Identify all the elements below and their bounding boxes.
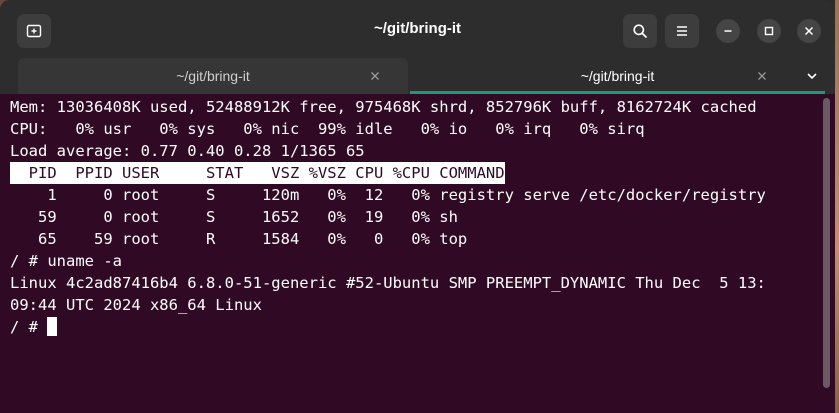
top-mem-line: Mem: 13036408K used, 52488912K free, 975… bbox=[10, 98, 757, 116]
search-button[interactable] bbox=[623, 14, 657, 48]
process-row: 59 0 root S 1652 0% 19 0% sh bbox=[10, 208, 458, 226]
close-button[interactable] bbox=[797, 19, 821, 43]
tab-1-close-button[interactable] bbox=[366, 67, 384, 85]
maximize-icon bbox=[764, 26, 774, 36]
window-title: ~/git/bring-it bbox=[373, 20, 462, 37]
minimize-button[interactable] bbox=[716, 19, 740, 43]
terminal-scrollbar[interactable] bbox=[823, 98, 830, 388]
tab-2[interactable]: ~/git/bring-it bbox=[410, 58, 825, 94]
close-icon bbox=[371, 72, 379, 80]
close-icon bbox=[758, 72, 766, 80]
process-row: 65 59 root R 1584 0% 0 0% top bbox=[10, 230, 468, 248]
tab-2-close-button[interactable] bbox=[753, 67, 771, 85]
close-icon bbox=[804, 26, 814, 36]
terminal-cursor bbox=[47, 317, 58, 336]
tab-list-dropdown-button[interactable] bbox=[803, 67, 821, 85]
prompt-line: / # bbox=[10, 316, 58, 338]
top-load-line: Load average: 0.77 0.40 0.28 1/1365 65 bbox=[10, 142, 365, 160]
tab-1[interactable]: ~/git/bring-it bbox=[18, 58, 408, 94]
tab-bar: ~/git/bring-it ~/git/bring-it bbox=[0, 58, 835, 94]
command-output-line: 09:44 UTC 2024 x86_64 Linux bbox=[10, 296, 262, 314]
hamburger-menu-icon bbox=[677, 26, 687, 36]
process-row: 1 0 root S 120m 0% 12 0% registry serve … bbox=[10, 186, 766, 204]
search-icon bbox=[633, 24, 647, 38]
terminal-output[interactable]: Mem: 13036408K used, 52488912K free, 975… bbox=[0, 94, 822, 413]
command-output-line: Linux 4c2ad87416b4 6.8.0-51-generic #52-… bbox=[10, 274, 766, 292]
maximize-button[interactable] bbox=[757, 19, 781, 43]
tab-1-label: ~/git/bring-it bbox=[176, 68, 250, 84]
chevron-down-icon bbox=[807, 73, 817, 80]
header-bar: ~/git/bring-it bbox=[0, 0, 835, 58]
command-line: / # uname -a bbox=[10, 252, 122, 270]
top-process-header: PID PPID USER STAT VSZ %VSZ CPU %CPU COM… bbox=[10, 162, 505, 184]
minimize-icon bbox=[724, 30, 732, 32]
top-cpu-line: CPU: 0% usr 0% sys 0% nic 99% idle 0% io… bbox=[10, 120, 645, 138]
shell-prompt: / # bbox=[10, 318, 48, 336]
menu-button[interactable] bbox=[665, 14, 699, 48]
desktop-wallpaper-edge bbox=[835, 0, 839, 413]
tab-2-label: ~/git/bring-it bbox=[580, 68, 655, 84]
terminal-window: ~/git/bring-it ~/git/bring-it ~/git/brin… bbox=[0, 0, 835, 413]
